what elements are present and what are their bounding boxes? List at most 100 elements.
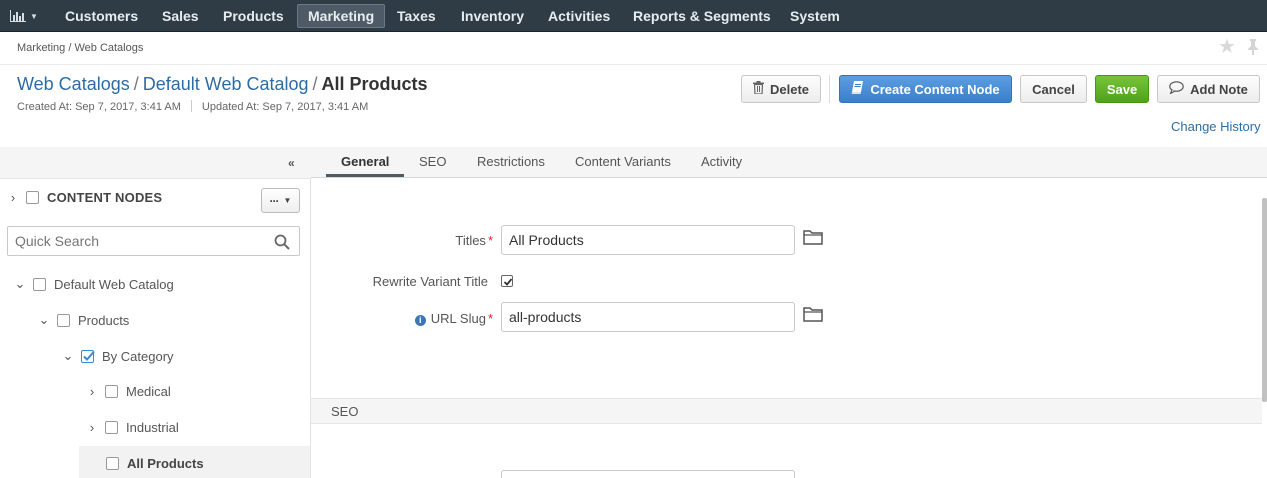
chevron-down-icon[interactable]: ⌄ (13, 276, 27, 292)
change-history-link[interactable]: Change History (1171, 119, 1261, 134)
title-crumb-default-web-catalog[interactable]: Default Web Catalog (143, 74, 309, 94)
seo-section-title: SEO (331, 404, 359, 419)
tree-checkbox[interactable] (105, 385, 118, 398)
url-slug-input[interactable] (501, 302, 795, 332)
tab-seo[interactable]: SEO (404, 147, 461, 177)
content-nodes-header: › CONTENT NODES (6, 190, 162, 205)
sidebar-header: « (0, 147, 311, 179)
tree-actions-dropdown[interactable]: ··· ▼ (261, 188, 300, 213)
create-content-node-button[interactable]: Create Content Node (839, 75, 1012, 103)
titles-label: Titles * (380, 233, 493, 248)
caret-down-icon: ▼ (283, 196, 292, 205)
pin-icon[interactable] (1247, 39, 1259, 58)
updated-at: Updated At: Sep 7, 2017, 3:41 AM (201, 101, 369, 113)
title-current: All Products (321, 74, 428, 94)
nav-marketing[interactable]: Marketing (297, 4, 386, 28)
tab-content-variants[interactable]: Content Variants (560, 147, 686, 177)
rewrite-variant-title-label: Rewrite Variant Title (372, 274, 488, 289)
tab-activity[interactable]: Activity (686, 147, 757, 177)
info-icon[interactable]: i (414, 315, 426, 326)
main-scrollbar[interactable] (1262, 198, 1267, 402)
tab-bar: General SEO Restrictions Content Variant… (311, 147, 1267, 178)
tree-item-label: By Category (102, 348, 174, 364)
tree-checkbox[interactable] (57, 313, 70, 327)
delete-button[interactable]: Delete (741, 75, 821, 103)
rewrite-variant-title-checkbox[interactable] (501, 275, 513, 287)
title-separator: / (133, 74, 139, 94)
created-at: Created At: Sep 7, 2017, 3:41 AM (17, 101, 181, 113)
select-all-checkbox[interactable] (26, 191, 39, 204)
nav-activities[interactable]: Activities (538, 4, 620, 28)
nav-reports-segments[interactable]: Reports & Segments (623, 4, 781, 28)
cancel-button[interactable]: Cancel (1020, 75, 1087, 103)
folder-icon[interactable] (803, 306, 823, 325)
top-navigation: ▼ Customers Sales Products Marketing Tax… (0, 0, 1267, 32)
nav-inventory[interactable]: Inventory (451, 4, 534, 28)
tree-item-label: Products (78, 312, 130, 328)
nav-sales[interactable]: Sales (152, 4, 209, 28)
caret-down-icon: ▼ (30, 11, 38, 21)
seo-field-input[interactable] (501, 470, 795, 478)
nav-system[interactable]: System (780, 4, 850, 28)
nav-taxes[interactable]: Taxes (387, 4, 446, 28)
tree-checkbox-checked[interactable] (81, 349, 95, 363)
trash-icon (752, 81, 764, 97)
tab-restrictions[interactable]: Restrictions (462, 147, 560, 177)
required-mark: * (487, 233, 493, 248)
chevron-down-icon[interactable]: ⌄ (61, 348, 75, 364)
add-note-button[interactable]: Add Note (1157, 75, 1260, 103)
required-mark: * (487, 311, 493, 326)
seo-section-header: SEO (311, 398, 1262, 424)
tab-general[interactable]: General (326, 147, 405, 177)
quick-search-input[interactable] (8, 227, 263, 255)
titles-label-text: Titles (455, 233, 486, 248)
save-button[interactable]: Save (1095, 75, 1149, 103)
tree-item-label: Medical (126, 384, 171, 399)
page-title: Web Catalogs / Default Web Catalog / All Pro… (17, 74, 428, 95)
quick-search-box (7, 226, 300, 256)
tree-checkbox[interactable] (105, 421, 118, 434)
meta-divider (190, 100, 192, 112)
titles-input[interactable] (501, 225, 795, 255)
folder-icon[interactable] (803, 229, 823, 248)
add-note-label: Add Note (1190, 81, 1248, 97)
tree-item-all-products[interactable]: All Products (79, 446, 310, 478)
url-slug-label-text: URL Slug (430, 311, 486, 326)
delete-label: Delete (769, 81, 810, 97)
dashboard-menu[interactable]: ▼ (10, 8, 44, 24)
collapse-sidebar-icon[interactable]: « (288, 156, 295, 170)
content-nodes-title: CONTENT NODES (47, 190, 163, 205)
tree-checkbox[interactable] (106, 456, 119, 470)
search-icon[interactable] (274, 234, 290, 253)
tree-checkbox[interactable] (33, 277, 46, 291)
chevron-right-icon[interactable]: › (85, 384, 99, 399)
tree-item-label: Default Web Catalog (54, 276, 174, 292)
record-meta: Created At: Sep 7, 2017, 3:41 AM Updated … (17, 100, 368, 113)
ellipsis-icon: ··· (269, 193, 280, 208)
content-nodes-sidebar: « › CONTENT NODES ··· ▼ ⌄ Default Web Ca… (0, 147, 311, 478)
folder-icon[interactable] (803, 472, 823, 478)
nav-customers[interactable]: Customers (55, 4, 148, 28)
tree-item-products[interactable]: ⌄ Products (37, 312, 130, 328)
tree-item-label: All Products (127, 455, 204, 471)
tree-item-medical[interactable]: › Medical (85, 384, 171, 399)
tree-item-by-category[interactable]: ⌄ By Category (61, 348, 174, 364)
book-icon (851, 81, 864, 97)
chevron-down-icon[interactable]: ⌄ (37, 312, 51, 328)
tree-item-industrial[interactable]: › Industrial (85, 420, 179, 435)
breadcrumb-bar: Marketing / Web Catalogs (0, 32, 1267, 65)
star-icon[interactable]: ★ (1218, 37, 1236, 57)
create-content-node-label: Create Content Node (870, 81, 1000, 97)
breadcrumb: Marketing / Web Catalogs (17, 42, 144, 54)
nav-products[interactable]: Products (213, 4, 294, 28)
tree-item-default-web-catalog[interactable]: ⌄ Default Web Catalog (13, 276, 174, 292)
chevron-right-icon[interactable]: › (6, 190, 20, 205)
toolbar-divider (829, 75, 830, 103)
title-crumb-web-catalogs[interactable]: Web Catalogs (17, 74, 130, 94)
title-separator: / (312, 74, 318, 94)
bar-chart-icon (10, 10, 26, 22)
tree-item-label: Industrial (126, 420, 179, 435)
chevron-right-icon[interactable]: › (85, 420, 99, 435)
speech-bubble-icon (1169, 81, 1184, 97)
url-slug-label: i URL Slug * (380, 311, 493, 326)
